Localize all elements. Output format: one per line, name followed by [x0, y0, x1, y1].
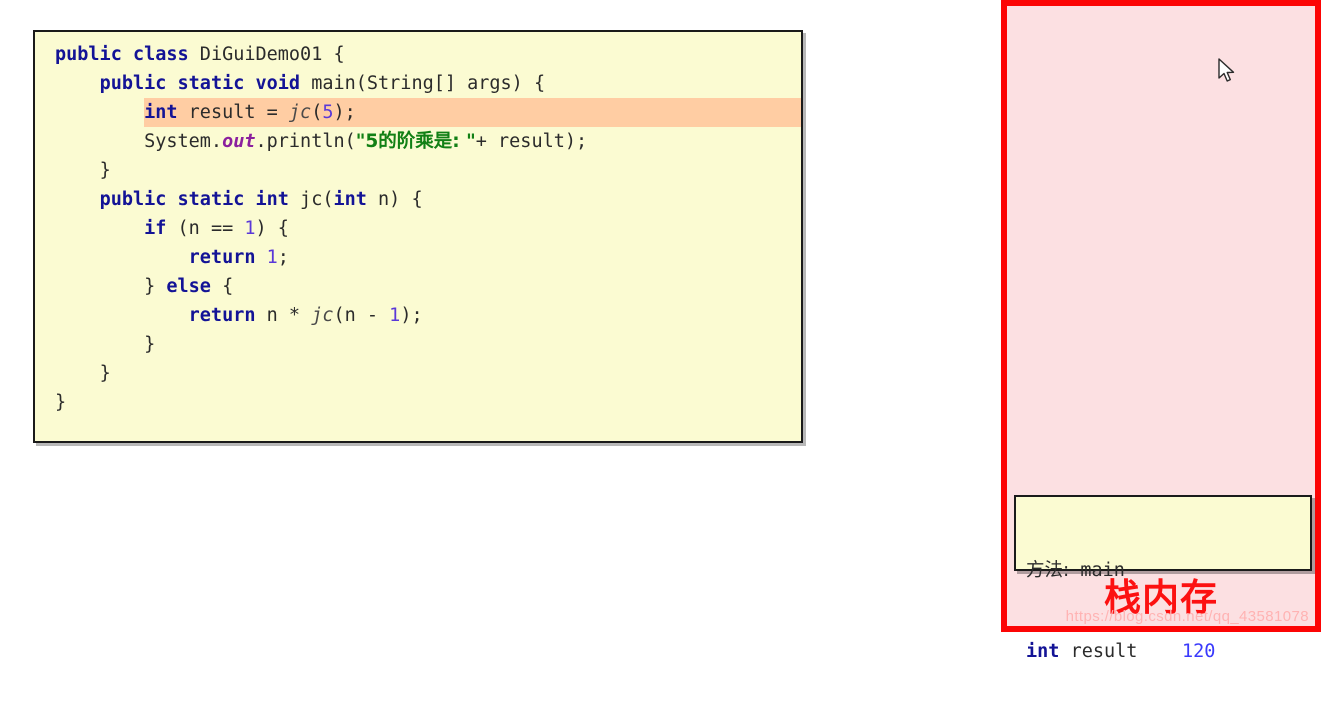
stack-frame-main: 方法: main int result 120: [1014, 495, 1312, 662]
code-token: }: [144, 334, 156, 355]
code-token: (n -: [333, 305, 390, 326]
code-token: return: [188, 247, 256, 268]
code-token: }: [99, 363, 111, 384]
code-line: } else {: [35, 272, 801, 301]
code-token: DiGuiDemo01 {: [188, 44, 345, 65]
code-token: main(String[] args) {: [300, 73, 546, 94]
code-token: 1: [244, 218, 256, 239]
code-token: }: [55, 392, 67, 413]
code-token: ;: [277, 247, 289, 268]
code-line: }: [35, 156, 801, 185]
code-token: static: [177, 189, 245, 210]
code-line: public static int jc(int n) {: [35, 185, 801, 214]
code-line: int result = jc(5);: [35, 98, 801, 127]
stack-frame-var-value: 120: [1181, 641, 1216, 662]
code-token: return: [188, 305, 256, 326]
watermark-url: https://blog.csdn.net/qq_43581078: [1065, 608, 1309, 625]
code-token: "5的阶乘是: ": [355, 131, 476, 152]
code-token: out: [222, 131, 256, 152]
code-token: jc: [311, 305, 334, 326]
stack-frame-var-name: result: [1070, 641, 1138, 662]
code-token: ) {: [255, 218, 289, 239]
code-line: if (n == 1) {: [35, 214, 801, 243]
code-body: public class DiGuiDemo01 { public static…: [35, 32, 801, 417]
code-line: return n * jc(n - 1);: [35, 301, 801, 330]
code-line: }: [35, 388, 801, 417]
code-token: public: [99, 73, 167, 94]
code-token: class: [132, 44, 189, 65]
code-token: public: [55, 44, 122, 65]
code-token: );: [400, 305, 423, 326]
stack-frame-var-type: int: [1026, 641, 1060, 662]
code-token: 5: [322, 102, 334, 123]
code-token: else: [166, 276, 211, 297]
code-token: if: [144, 218, 167, 239]
code-token: }: [99, 160, 111, 181]
code-line: }: [35, 359, 801, 388]
code-token: int: [333, 189, 367, 210]
code-token: }: [144, 276, 167, 297]
code-token: .println(: [255, 131, 356, 152]
code-token: + result);: [475, 131, 588, 152]
code-token: 1: [389, 305, 401, 326]
code-token: static: [177, 73, 245, 94]
code-line: public static void main(String[] args) {: [35, 69, 801, 98]
code-token: (n ==: [166, 218, 245, 239]
code-token: (: [311, 102, 323, 123]
code-line: }: [35, 330, 801, 359]
code-token: n *: [255, 305, 312, 326]
code-line: return 1;: [35, 243, 801, 272]
stack-frame-variable-row: int result 120: [1026, 638, 1310, 665]
code-token: public: [99, 189, 167, 210]
code-token: 1: [266, 247, 278, 268]
code-token: void: [255, 73, 301, 94]
code-token: {: [210, 276, 234, 297]
code-token: int: [144, 102, 178, 123]
code-token: );: [333, 102, 356, 123]
mouse-pointer-icon: [1218, 58, 1236, 84]
code-token: int: [255, 189, 289, 210]
code-line: System.out.println("5的阶乘是: "+ result);: [35, 127, 801, 156]
code-token: n) {: [366, 189, 423, 210]
stack-memory-panel: 方法: main int result 120 栈内存 https://blog…: [1001, 0, 1321, 662]
code-token: result =: [177, 102, 289, 123]
code-indent: [35, 98, 145, 127]
code-snippet-panel: public class DiGuiDemo01 { public static…: [33, 30, 803, 443]
code-token: System.: [144, 131, 223, 152]
code-token: jc: [288, 102, 312, 123]
code-token: jc(: [288, 189, 334, 210]
code-line: public class DiGuiDemo01 {: [35, 40, 801, 69]
